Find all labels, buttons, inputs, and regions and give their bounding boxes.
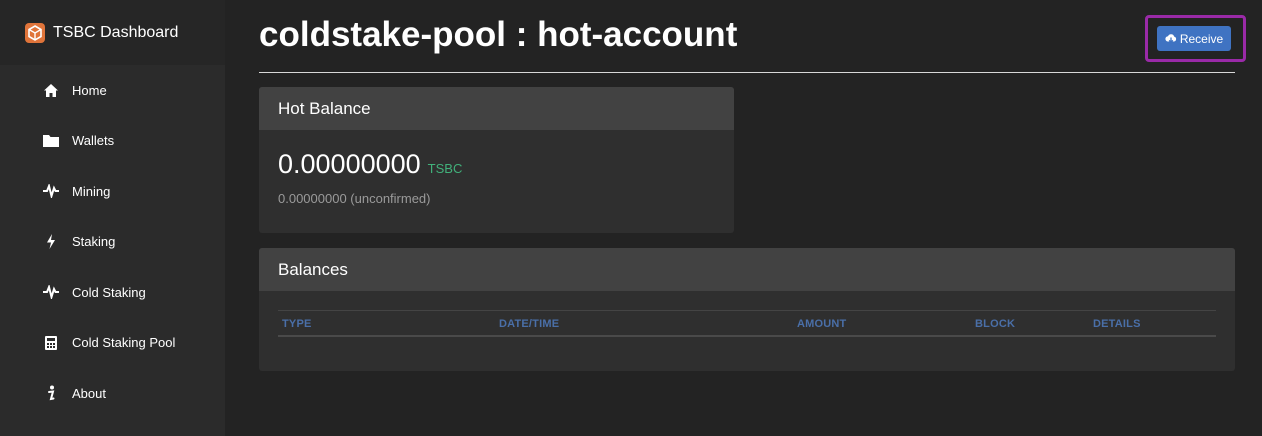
sidebar-item-wallets[interactable]: Wallets	[0, 116, 225, 167]
sidebar-item-label: Staking	[72, 234, 116, 250]
sidebar-item-label: Mining	[72, 183, 111, 199]
pulse-icon	[42, 182, 60, 200]
info-icon	[42, 384, 60, 402]
sidebar-item-about[interactable]: About	[0, 368, 225, 419]
calculator-icon	[42, 334, 60, 352]
brand-title: TSBC Dashboard	[53, 23, 179, 41]
hot-balance-title: Hot Balance	[259, 87, 734, 130]
column-header-amount[interactable]: AMOUNT	[797, 318, 846, 330]
brand-logo-icon	[25, 22, 45, 43]
receive-button-label: Receive	[1179, 31, 1224, 46]
sidebar-item-cold-staking-pool[interactable]: Cold Staking Pool	[0, 318, 225, 369]
sidebar-item-label: Cold Staking Pool	[72, 335, 176, 351]
sidebar-item-mining[interactable]: Mining	[0, 166, 225, 217]
receive-button[interactable]: Receive	[1157, 26, 1231, 51]
sidebar-item-staking[interactable]: Staking	[0, 217, 225, 268]
sidebar-item-label: Home	[72, 82, 107, 98]
hot-balance-panel: Hot Balance 0.00000000 TSBC 0.00000000 (…	[259, 87, 734, 233]
sidebar-item-label: About	[72, 385, 106, 401]
column-header-datetime[interactable]: DATE/TIME	[499, 318, 559, 330]
balance-row: 0.00000000 TSBC	[278, 149, 462, 180]
home-icon	[42, 81, 60, 99]
sidebar-item-label: Wallets	[72, 133, 115, 149]
balances-title: Balances	[259, 248, 1235, 291]
sidebar-item-label: Cold Staking	[72, 284, 146, 300]
bolt-icon	[42, 233, 60, 251]
folder-icon	[42, 132, 60, 150]
balances-panel: Balances TYPE DATE/TIME AMOUNT BLOCK DET…	[259, 248, 1235, 371]
pulse-icon	[42, 283, 60, 301]
unconfirmed-balance: 0.00000000 (unconfirmed)	[278, 191, 431, 206]
page-title: coldstake-pool : hot-account	[259, 15, 738, 54]
column-header-block[interactable]: BLOCK	[975, 318, 1015, 330]
cloud-download-icon	[1165, 33, 1177, 44]
hot-balance-amount: 0.00000000	[278, 149, 421, 179]
brand[interactable]: TSBC Dashboard	[0, 0, 225, 65]
column-header-type[interactable]: TYPE	[282, 318, 312, 330]
sidebar-item-home[interactable]: Home	[0, 65, 225, 116]
sidebar-item-cold-staking[interactable]: Cold Staking	[0, 267, 225, 318]
sidebar: TSBC Dashboard Home Wallets Mining Staki…	[0, 0, 225, 436]
column-header-details[interactable]: DETAILS	[1093, 318, 1141, 330]
balances-table: TYPE DATE/TIME AMOUNT BLOCK DETAILS	[278, 310, 1216, 337]
currency-unit: TSBC	[427, 161, 463, 176]
title-divider	[259, 72, 1235, 73]
